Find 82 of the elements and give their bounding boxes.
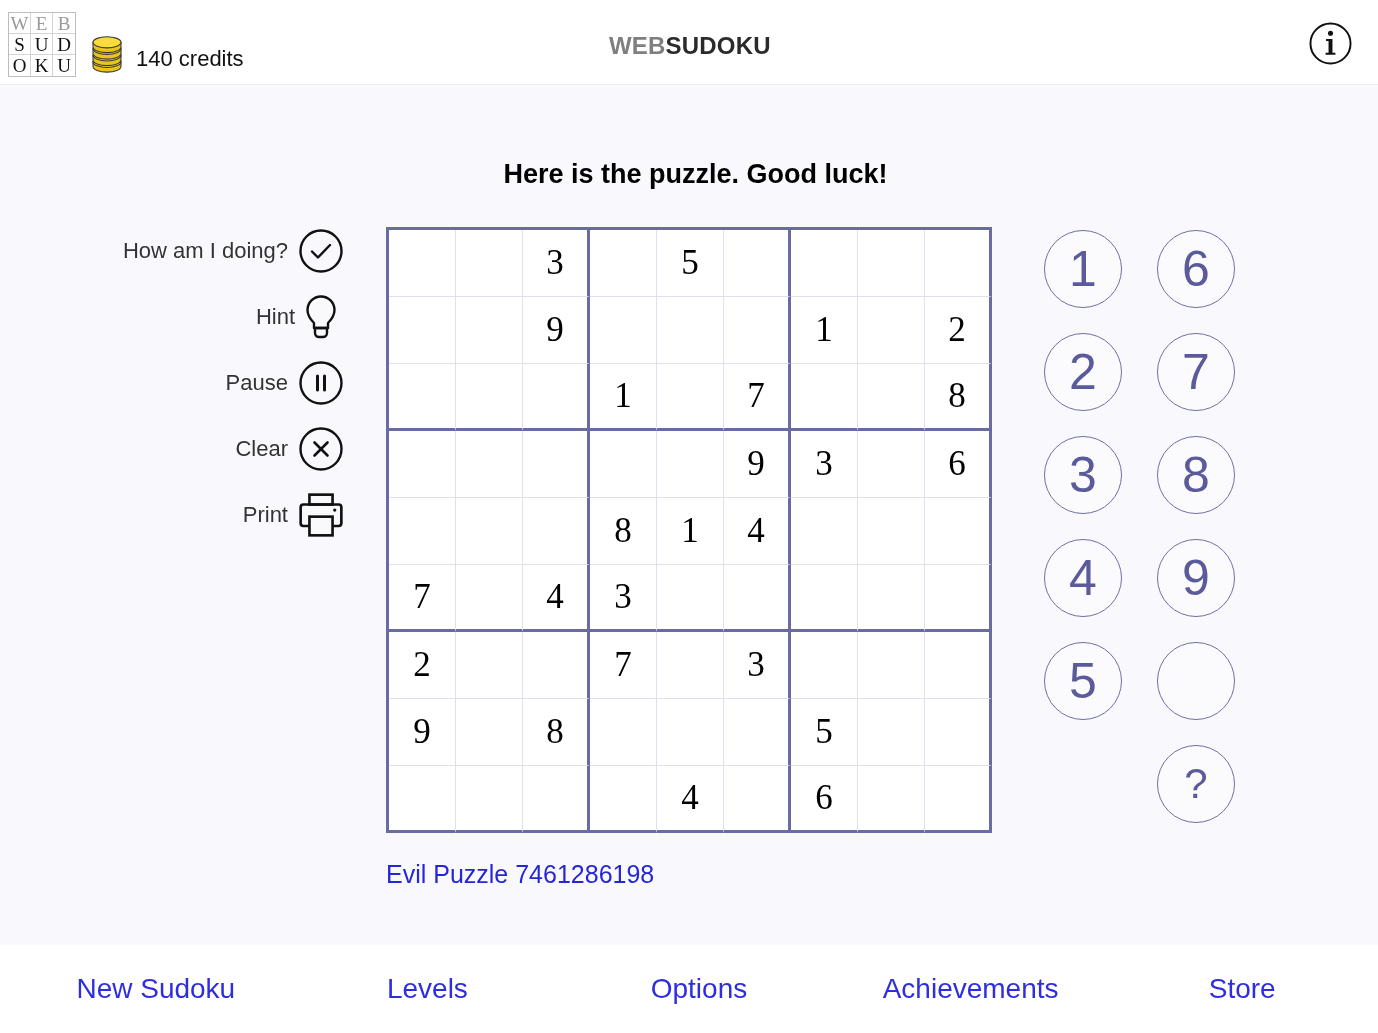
grid-cell[interactable] [523, 766, 590, 833]
grid-cell: 1 [791, 297, 858, 364]
number-button[interactable]: 5 [1044, 642, 1122, 720]
grid-cell[interactable] [724, 699, 791, 766]
nav-link[interactable]: Achievements [882, 973, 1059, 1005]
grid-cell[interactable] [724, 766, 791, 833]
grid-cell[interactable] [925, 632, 992, 699]
grid-cell: 9 [724, 431, 791, 498]
credits-text: 140 credits [136, 46, 244, 72]
grid-cell: 8 [590, 498, 657, 565]
grid-cell: 3 [523, 230, 590, 297]
grid-cell: 5 [657, 230, 724, 297]
logo-letter: B [53, 13, 75, 34]
puzzle-heading: Here is the puzzle. Good luck! [502, 158, 889, 190]
grid-cell[interactable] [724, 230, 791, 297]
number-button[interactable]: 1 [1044, 230, 1122, 308]
number-button[interactable]: 9 [1157, 539, 1235, 617]
action-button[interactable]: How am I doing? [122, 229, 343, 273]
logo-letter: U [31, 34, 53, 55]
nav-link[interactable]: Store [1208, 973, 1276, 1005]
action-button[interactable]: Pause [225, 361, 343, 405]
action-button[interactable]: Print [242, 493, 343, 537]
grid-cell: 8 [523, 699, 590, 766]
logo-letter: S [9, 34, 31, 55]
grid-cell: 2 [925, 297, 992, 364]
grid-cell: 1 [590, 364, 657, 431]
puzzle-link[interactable]: Evil Puzzle 7461286198 [386, 860, 655, 889]
grid-cell: 4 [724, 498, 791, 565]
grid-cell: 6 [791, 766, 858, 833]
action-button[interactable]: Hint [255, 295, 343, 339]
grid-cell: 6 [925, 431, 992, 498]
help-button[interactable]: ? [1157, 745, 1235, 823]
grid-cell[interactable] [925, 498, 992, 565]
grid-cell[interactable] [925, 230, 992, 297]
x-circle-icon [299, 427, 343, 471]
grid-cell: 7 [724, 364, 791, 431]
grid-cell: 9 [523, 297, 590, 364]
grid-cell[interactable] [925, 699, 992, 766]
grid-cell: 4 [657, 766, 724, 833]
grid-cell: 2 [389, 632, 456, 699]
grid-cell[interactable] [925, 766, 992, 833]
check-circle-icon [299, 229, 343, 273]
nav-link[interactable]: New Sudoku [76, 973, 236, 1005]
grid-cell: 3 [791, 431, 858, 498]
grid-cell[interactable] [523, 431, 590, 498]
grid-cell[interactable] [724, 565, 791, 632]
number-button[interactable]: 8 [1157, 436, 1235, 514]
grid-cell[interactable] [523, 364, 590, 431]
grid-cell: 1 [657, 498, 724, 565]
logo-letter: O [9, 55, 31, 76]
grid-cell: 9 [389, 699, 456, 766]
number-button[interactable]: 2 [1044, 333, 1122, 411]
printer-icon [299, 493, 343, 537]
nav-link[interactable]: Levels [386, 973, 468, 1005]
number-button[interactable]: 7 [1157, 333, 1235, 411]
grid-cell[interactable] [724, 297, 791, 364]
logo-letter: E [31, 13, 53, 34]
logo-letter: K [31, 55, 53, 76]
grid-cell: 8 [925, 364, 992, 431]
number-button[interactable]: 4 [1044, 539, 1122, 617]
grid-cell: 7 [590, 632, 657, 699]
info-button[interactable] [1309, 22, 1352, 65]
coin-stack-icon [91, 33, 123, 74]
grid-cell: 7 [389, 565, 456, 632]
number-button[interactable]: 3 [1044, 436, 1122, 514]
logo-letter: W [9, 13, 31, 34]
grid-cell: 3 [590, 565, 657, 632]
number-button[interactable]: 6 [1157, 230, 1235, 308]
grid-cell[interactable] [523, 498, 590, 565]
nav-link[interactable]: Options [650, 973, 748, 1005]
grid-cell: 4 [523, 565, 590, 632]
info-icon [1309, 22, 1352, 65]
grid-cell[interactable] [523, 632, 590, 699]
grid-cell: 3 [724, 632, 791, 699]
grid-cell: 5 [791, 699, 858, 766]
pause-icon [299, 361, 343, 405]
lightbulb-icon [306, 295, 336, 339]
app-title: WEBSUDOKU [609, 32, 771, 60]
logo-letter: U [56, 55, 72, 76]
logo-letter: D [53, 34, 75, 55]
grid-cell[interactable] [925, 565, 992, 632]
action-button[interactable]: Clear [235, 427, 343, 471]
